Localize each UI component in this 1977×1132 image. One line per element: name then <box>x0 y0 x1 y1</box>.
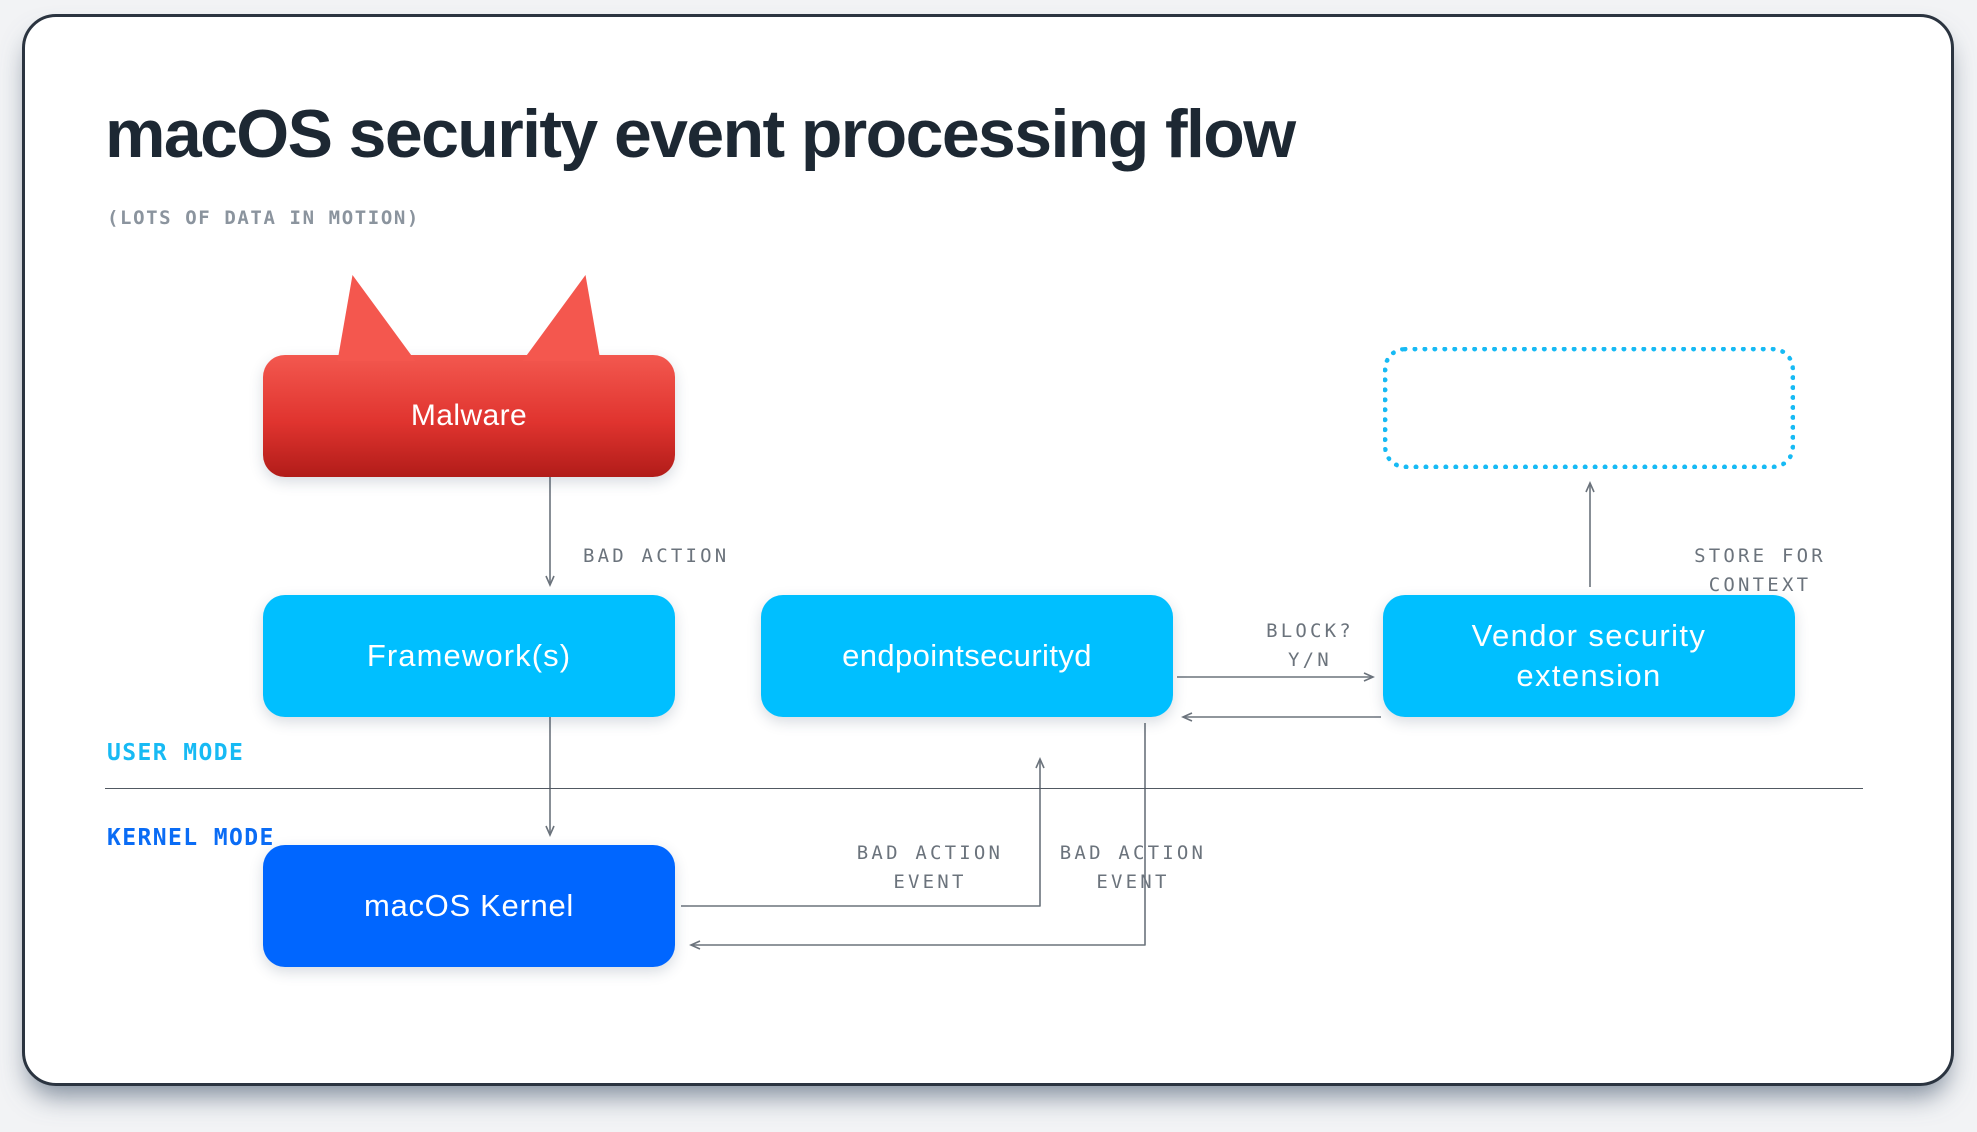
label-kernel-mode: KERNEL MODE <box>107 825 275 851</box>
edge-label-store-for-context: STORE FOR CONTEXT <box>1694 545 1826 596</box>
edge-label-bad-action-event-left: BAD ACTION EVENT <box>856 842 1004 893</box>
edge-label-bad-action-event-right: BAD ACTION EVENT <box>1059 842 1207 893</box>
node-vendor-security-extension[interactable]: Vendor security extension <box>1383 595 1795 717</box>
slide-card: macOS security event processing flow (LO… <box>22 14 1954 1086</box>
edge-endpointsecurityd-to-kernel <box>689 723 1146 950</box>
flow-diagram: Malware Framework(s) endpointsecurityd V… <box>25 17 1957 1083</box>
node-frameworks[interactable]: Framework(s) <box>263 595 675 717</box>
edge-label-block-yn: BLOCK? Y/N <box>1266 620 1354 671</box>
node-endpointsecurityd[interactable]: endpointsecurityd <box>761 595 1173 717</box>
node-macos-kernel[interactable]: macOS Kernel <box>263 845 675 967</box>
edge-label-bad-action: BAD ACTION <box>583 545 730 567</box>
node-malware-label: Malware <box>410 399 528 432</box>
node-frameworks-label: Framework(s) <box>366 638 572 673</box>
node-macos-kernel-label: macOS Kernel <box>364 888 574 923</box>
node-context-store[interactable] <box>1383 347 1795 469</box>
devil-horn-right-icon <box>519 275 601 361</box>
node-vendor-security-extension-label: Vendor security extension <box>1471 618 1707 693</box>
devil-horn-left-icon <box>337 275 419 361</box>
label-user-mode: USER MODE <box>107 740 245 766</box>
mode-divider <box>105 788 1863 789</box>
node-endpointsecurityd-label: endpointsecurityd <box>842 638 1092 673</box>
node-malware[interactable]: Malware <box>263 275 675 477</box>
